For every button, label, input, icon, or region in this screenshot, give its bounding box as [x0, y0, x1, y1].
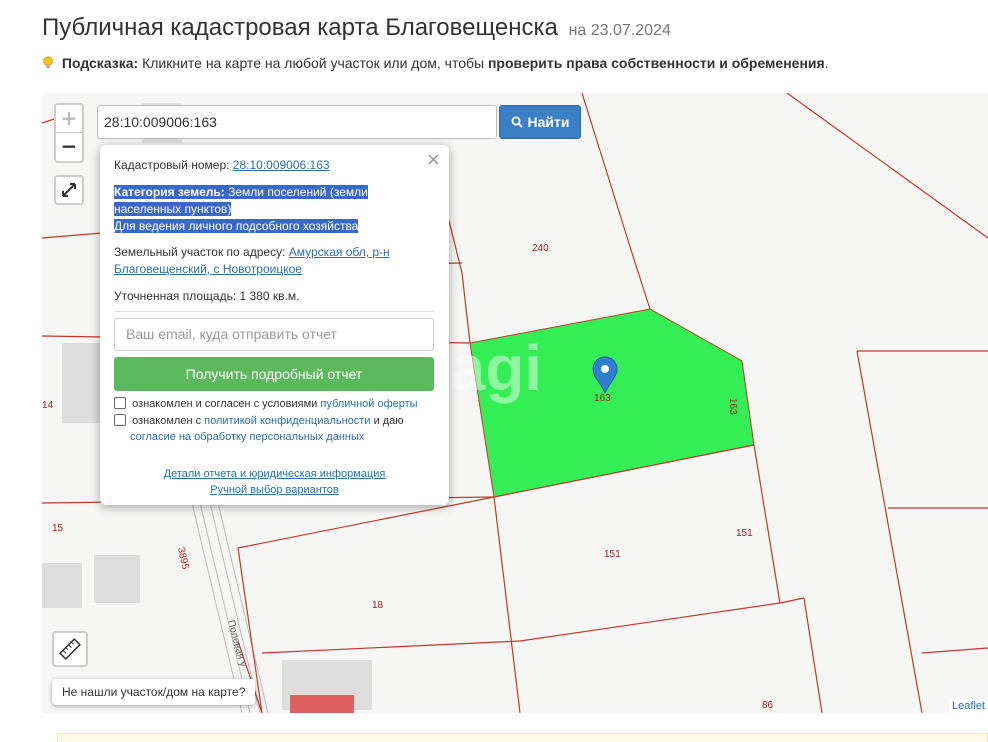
cadastral-number-label: Кадастровый номер:	[114, 158, 230, 172]
building	[94, 555, 140, 603]
building-highlight	[290, 695, 354, 713]
cadastral-map[interactable]: 240 14 15 3895 151 151 18 86 163 163 Пол…	[42, 93, 988, 713]
building	[62, 343, 102, 423]
page-title: Публичная кадастровая карта Благовещенск…	[42, 14, 671, 42]
bottom-banner	[57, 733, 988, 742]
privacy-policy-link[interactable]: политикой конфиденциальности	[204, 415, 370, 427]
hint-end: .	[824, 55, 829, 71]
personal-data-consent-link[interactable]: согласие на обработку персональных данны…	[130, 431, 364, 443]
manual-selection-link[interactable]: Ручной выбор вариантов	[210, 484, 338, 496]
address-label: Земельный участок по адресу:	[114, 245, 286, 259]
email-input[interactable]: Ваш email, куда отправить отчет	[114, 318, 434, 351]
measure-button[interactable]	[52, 631, 88, 667]
area-value: 1 380 кв.м.	[239, 289, 300, 303]
hint-text: Кликните на карте на любой участок или д…	[142, 55, 485, 71]
parcel-label: 15	[52, 523, 64, 534]
consent-privacy-text: ознакомлен с	[132, 415, 202, 427]
report-details-link[interactable]: Детали отчета и юридическая информация	[164, 468, 386, 480]
street-label: Полевая у	[225, 619, 248, 668]
building	[42, 563, 82, 608]
close-icon[interactable]: ×	[426, 149, 441, 170]
parcel-label: 86	[762, 700, 774, 711]
not-found-button[interactable]: Не нашли участок/дом на карте?	[52, 679, 256, 705]
parcel-label: 151	[736, 528, 753, 539]
zoom-control: + −	[54, 103, 84, 163]
search-icon	[511, 116, 523, 128]
hint-bold-text: проверить права собственности и обремене…	[487, 55, 825, 71]
page-title-text: Публичная кадастровая карта Благовещенск…	[42, 14, 558, 41]
parcel-label: 3895	[175, 546, 190, 570]
area-row: Уточненная площадь: 1 380 кв.м.	[114, 288, 419, 305]
address-row: Земельный участок по адресу: Амурская об…	[114, 244, 419, 278]
land-usage: Для ведения личного подсобного хозяйства	[114, 219, 359, 233]
cadastral-number-link[interactable]: 28:10:009006:163	[233, 158, 330, 172]
hint: Подсказка: Кликните на карте на любой уч…	[42, 54, 829, 71]
attribution-link[interactable]: Leaflet	[948, 699, 988, 713]
consent-privacy-checkbox[interactable]	[114, 414, 126, 426]
hint-label: Подсказка:	[61, 55, 139, 71]
zoom-out-button[interactable]: −	[56, 133, 82, 161]
cadastral-search-input[interactable]	[97, 105, 497, 139]
public-offer-link[interactable]: публичной оферты	[320, 398, 417, 410]
land-category-row: Категория земель: Земли поселений (земли…	[114, 184, 419, 235]
consent-privacy: ознакомлен с политикой конфиденциальност…	[114, 413, 404, 445]
area-label: Уточненная площадь:	[114, 289, 237, 303]
parcel-label: 14	[42, 400, 54, 411]
page-title-date: на 23.07.2024	[568, 22, 671, 39]
report-details-links: Детали отчета и юридическая информация Р…	[100, 466, 449, 498]
parcel-label: 163	[727, 398, 738, 415]
consent-offer: ознакомлен и согласен с условиями публич…	[114, 396, 418, 412]
consent-privacy-mid: и даю	[373, 415, 404, 427]
parcel-label: 240	[532, 243, 549, 254]
search-button[interactable]: Найти	[499, 105, 581, 139]
parcel-info-popup: × Кадастровый номер: 28:10:009006:163 Ка…	[100, 145, 449, 505]
fullscreen-button[interactable]	[54, 175, 84, 205]
consent-offer-text: ознакомлен и согласен с условиями	[132, 398, 318, 410]
divider	[114, 311, 434, 312]
parcel-label: 163	[594, 393, 611, 404]
zoom-in-button[interactable]: +	[56, 105, 82, 133]
parcel-label: 151	[604, 549, 621, 560]
consent-offer-checkbox[interactable]	[114, 397, 126, 409]
get-report-button[interactable]: Получить подробный отчет	[114, 357, 434, 391]
lightbulb-icon	[43, 56, 53, 69]
expand-icon	[62, 183, 76, 197]
ruler-icon	[59, 638, 81, 660]
parcel-label: 18	[372, 600, 384, 611]
search-button-label: Найти	[527, 114, 570, 130]
cadastral-number-row: Кадастровый номер: 28:10:009006:163	[114, 157, 419, 174]
land-category-label: Категория земель:	[114, 185, 225, 199]
